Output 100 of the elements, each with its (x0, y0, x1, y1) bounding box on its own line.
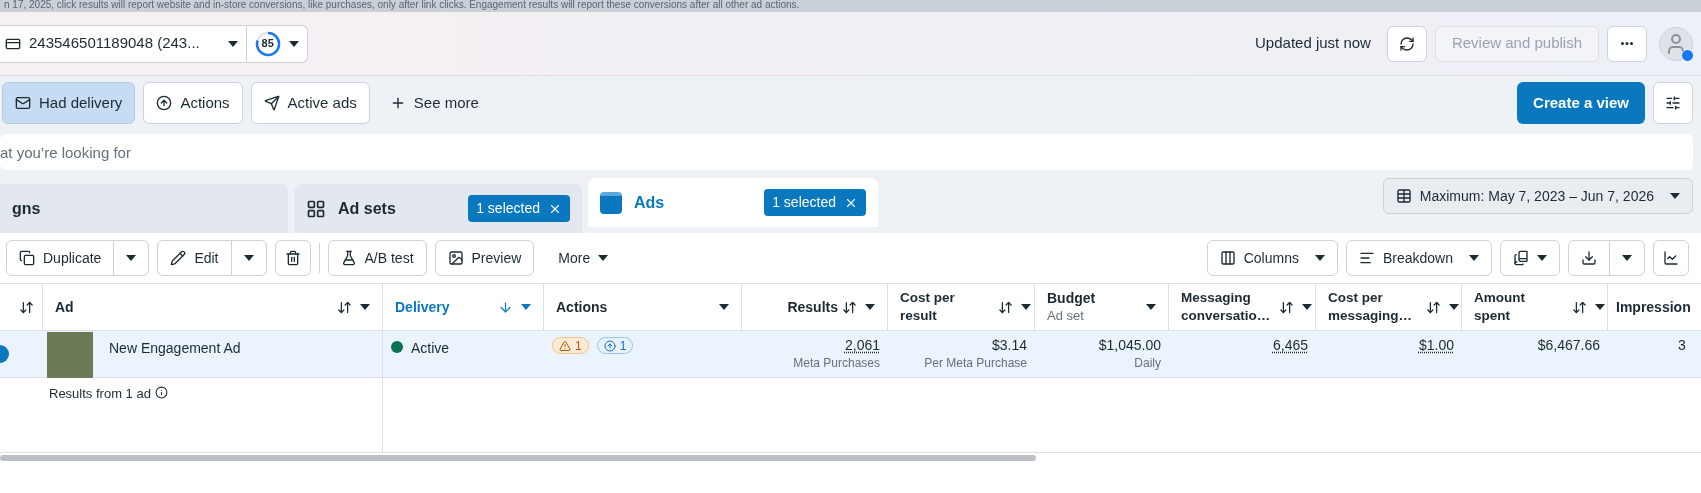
column-header[interactable]: Amount spent (1474, 289, 1564, 325)
notice-banner: n 17, 2025, click results will report website and in-store conversions, like purchases, only after link clicks. Engagement results will report these conversions after all other ad actions. (0, 0, 1701, 12)
account-selector[interactable]: 243546501189048 (243... (0, 24, 247, 63)
sort-icon[interactable] (19, 299, 34, 315)
column-header[interactable]: Actions (556, 298, 608, 316)
sort-icon[interactable] (1572, 299, 1587, 315)
action-button[interactable]: Edit (158, 241, 231, 275)
arrow-up-circle-icon (156, 95, 173, 111)
header-cell[interactable]: Cost per messaging… (1316, 284, 1462, 330)
info-icon[interactable] (154, 386, 168, 399)
column-header[interactable]: Impression (1616, 298, 1691, 316)
header-cell[interactable]: Impression (1608, 284, 1701, 330)
scrollbar[interactable] (0, 455, 1036, 461)
icon-button[interactable] (274, 240, 311, 276)
score-value: 85 (261, 36, 274, 52)
caret-icon (719, 304, 729, 310)
caret-icon (865, 304, 875, 310)
metric-note: Per Meta Purchase (924, 355, 1027, 372)
action-button[interactable]: Duplicate (7, 241, 114, 275)
metric-note: Meta Purchases (793, 355, 880, 372)
see-more-button[interactable]: See more (377, 82, 491, 124)
column-header[interactable]: Ad (55, 298, 74, 316)
results-summary: Results from 1 ad (49, 385, 151, 403)
calendar-icon (1395, 188, 1412, 204)
toolbar-button[interactable]: Preview (434, 240, 535, 276)
metric-value: $3.14 (991, 336, 1027, 354)
caret-icon (1146, 304, 1156, 310)
refresh-button[interactable] (1386, 25, 1427, 62)
delete-icon (284, 250, 301, 266)
toolbar-button[interactable]: A/B test (327, 240, 427, 276)
table-row[interactable]: New Engagement Ad Active 1 1 2,061 Meta Purchases $3.14 Per Meta Purchase $1,045.00 Daily 6,465 $1.00 $6,467.66 3 (0, 331, 1701, 378)
column-header[interactable]: Budget (1047, 289, 1096, 307)
header-cell[interactable]: Results (742, 284, 888, 330)
grid-icon (306, 198, 326, 219)
ad-icon (600, 191, 622, 214)
column-header[interactable]: Messaging conversatio… (1181, 289, 1271, 325)
more-button[interactable]: More (542, 240, 625, 276)
avatar-icon[interactable] (1659, 26, 1693, 61)
info-badge[interactable]: 1 (596, 337, 634, 354)
caret-icon (1449, 304, 1459, 310)
icon-button[interactable] (1653, 240, 1689, 276)
caret-icon (521, 304, 531, 310)
caret-icon (598, 255, 609, 261)
sort-icon[interactable] (1279, 299, 1294, 315)
metric-value: $1,045.00 (1098, 336, 1161, 354)
filter-chip[interactable]: Actions (143, 82, 243, 124)
level-tab[interactable]: Ads 1 selected (588, 178, 878, 227)
create-view-button[interactable]: Create a view (1517, 82, 1645, 124)
header-cell[interactable]: Messaging conversatio… (1169, 284, 1316, 330)
dropdown-button[interactable]: Columns (1206, 240, 1338, 276)
selection-badge[interactable]: 1 selected (764, 189, 866, 216)
metric-value: $6,467.66 (1537, 336, 1600, 354)
ad-name[interactable]: New Engagement Ad (109, 332, 241, 359)
caret-icon (360, 304, 370, 310)
header-cell[interactable]: Budget Ad set (1035, 284, 1169, 330)
tab-label: gns (12, 198, 41, 219)
level-tab[interactable]: gns (0, 184, 288, 233)
column-header[interactable]: Cost per result (900, 289, 990, 325)
metric-value: 3 (1678, 336, 1686, 354)
header-cell[interactable]: Amount spent (1462, 284, 1608, 330)
caret-icon (1595, 304, 1605, 310)
books-icon (1513, 250, 1529, 266)
header-cell[interactable]: Cost per result (888, 284, 1035, 330)
caret-icon (1302, 304, 1312, 310)
flask-icon (340, 250, 357, 266)
column-header[interactable]: Cost per messaging… (1328, 289, 1418, 325)
filter-chip[interactable]: Had delivery (2, 82, 136, 124)
status-label: Active (411, 339, 450, 358)
sort-icon[interactable] (337, 299, 352, 315)
sort-descending-icon[interactable] (498, 299, 513, 315)
score-button[interactable]: 85 (246, 24, 308, 63)
header-cell[interactable]: Ad (43, 284, 383, 330)
copy-icon (19, 250, 35, 266)
sort-icon[interactable] (842, 299, 857, 315)
dropdown-button[interactable]: Breakdown (1345, 240, 1492, 276)
score-ring-icon (254, 30, 281, 57)
metric-value: 6,465 (1272, 336, 1308, 354)
refresh-icon (1398, 35, 1415, 52)
filter-chip[interactable]: Active ads (250, 82, 370, 124)
date-range-button[interactable]: Maximum: May 7, 2023 – Jun 7, 2026 (1382, 178, 1693, 214)
pencil-icon (170, 250, 187, 266)
photo-placeholder (47, 332, 93, 378)
header-cell[interactable]: Delivery (383, 284, 544, 330)
caret-icon (1622, 255, 1632, 261)
caret-icon (1469, 255, 1479, 261)
dropdown-button[interactable] (1500, 240, 1560, 276)
metric-value: $1.00 (1418, 336, 1454, 354)
column-header[interactable]: Delivery (395, 298, 450, 316)
level-tab[interactable]: Ad sets 1 selected (294, 184, 582, 233)
selection-badge[interactable]: 1 selected (468, 195, 570, 222)
header-cell[interactable]: Actions (544, 284, 742, 330)
column-header[interactable]: Results (787, 298, 838, 316)
ellipsis-icon (1621, 42, 1633, 45)
warning-badge[interactable]: 1 (552, 337, 589, 354)
update-status: Updated just now (1255, 33, 1371, 54)
search-field[interactable]: at you’re looking for (0, 134, 1693, 170)
sort-icon[interactable] (1426, 299, 1441, 315)
sort-icon[interactable] (998, 299, 1013, 315)
download-icon (1581, 250, 1597, 266)
settings-button[interactable] (1653, 82, 1693, 124)
